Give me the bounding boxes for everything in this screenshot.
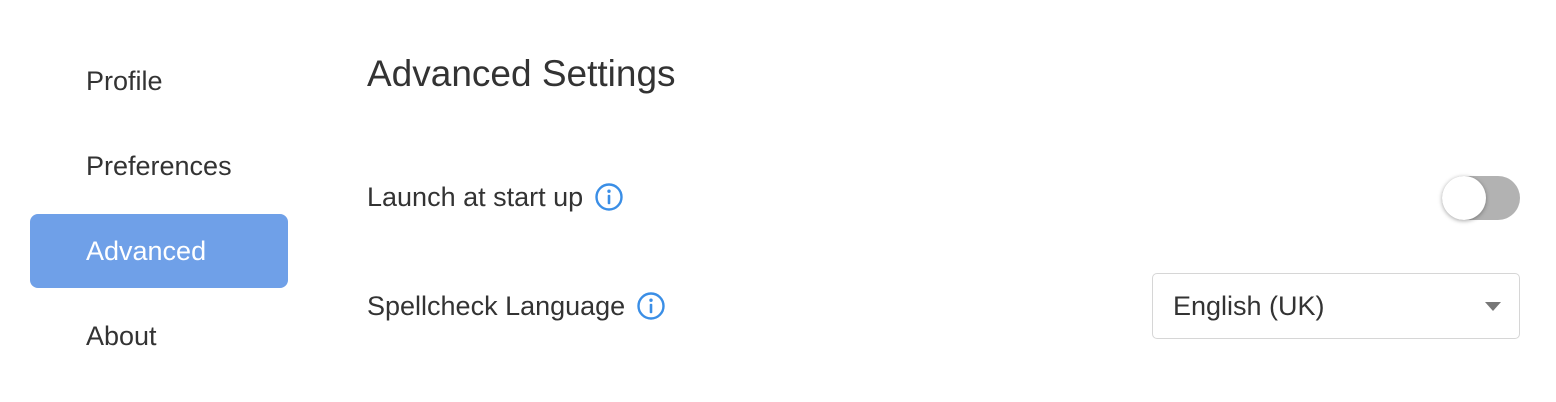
sidebar-item-label: Advanced — [86, 235, 207, 266]
toggle-knob — [1442, 176, 1486, 220]
sidebar-item-about[interactable]: About — [30, 299, 288, 373]
sidebar-item-profile[interactable]: Profile — [30, 44, 288, 118]
sidebar-item-preferences[interactable]: Preferences — [30, 129, 288, 203]
launch-at-startup-row: Launch at start up — [367, 164, 1520, 230]
sidebar-item-advanced[interactable]: Advanced — [30, 214, 288, 288]
sidebar-item-label: Profile — [86, 65, 163, 96]
settings-content: Advanced Settings Launch at start up Spe… — [367, 0, 1520, 402]
sidebar-item-label: About — [86, 320, 157, 351]
settings-window: Profile Preferences Advanced About Advan… — [0, 0, 1556, 402]
launch-at-startup-toggle[interactable] — [1442, 176, 1520, 220]
chevron-down-icon — [1485, 302, 1501, 311]
sidebar-item-label: Preferences — [86, 150, 232, 181]
spellcheck-language-value: English (UK) — [1173, 290, 1325, 321]
info-icon[interactable] — [594, 182, 624, 212]
spellcheck-language-row: Spellcheck Language English (UK) — [367, 273, 1520, 339]
spellcheck-language-label: Spellcheck Language — [367, 290, 626, 321]
launch-at-startup-label-group: Launch at start up — [367, 164, 624, 230]
page-title: Advanced Settings — [367, 53, 676, 94]
launch-at-startup-label: Launch at start up — [367, 181, 584, 212]
info-icon[interactable] — [636, 291, 666, 321]
spellcheck-language-select[interactable]: English (UK) — [1152, 273, 1520, 339]
spellcheck-label-group: Spellcheck Language — [367, 273, 666, 339]
